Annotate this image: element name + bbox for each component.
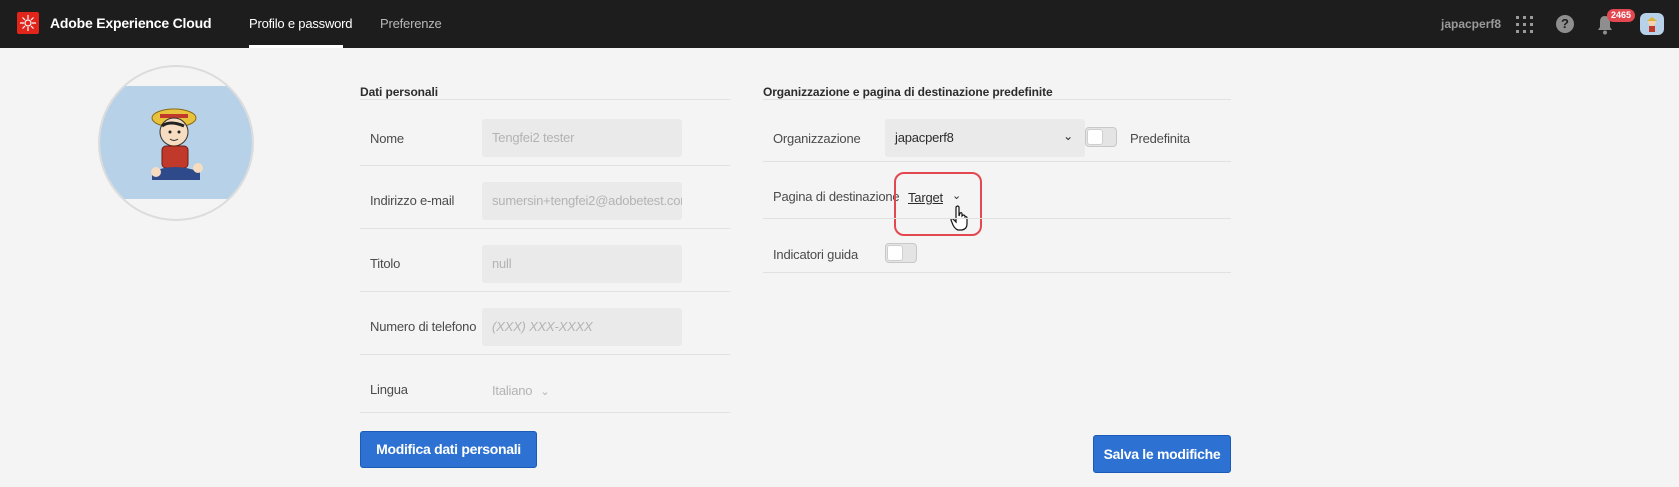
top-nav-bar: Adobe Experience Cloud Profilo e passwor…	[0, 0, 1679, 48]
divider	[360, 291, 730, 292]
tab-profile-password[interactable]: Profilo e password	[249, 16, 353, 31]
chevron-down-icon: ⌄	[540, 386, 550, 398]
email-field[interactable]: sumersin+tengfei2@adobetest.com	[482, 182, 682, 220]
phone-field[interactable]: (XXX) XXX-XXXX	[482, 308, 682, 346]
guides-label: Indicatori guida	[773, 247, 858, 262]
language-label: Lingua	[370, 382, 408, 397]
chevron-down-icon: ⌄	[1063, 129, 1073, 143]
edit-personal-data-button[interactable]: Modifica dati personali	[360, 431, 537, 468]
divider	[360, 228, 730, 229]
phone-label: Numero di telefono	[370, 319, 477, 334]
organization-select[interactable]: japacperf8 ⌄	[885, 119, 1085, 157]
default-org-toggle[interactable]	[1085, 127, 1117, 147]
divider	[763, 161, 1231, 162]
divider	[360, 412, 730, 413]
email-label: Indirizzo e-mail	[370, 193, 455, 208]
organization-value: japacperf8	[895, 130, 954, 145]
title-field[interactable]: null	[482, 245, 682, 283]
name-field[interactable]: Tengfei2 tester	[482, 119, 682, 157]
guides-toggle[interactable]	[885, 243, 917, 263]
tab-preferences[interactable]: Preferenze	[380, 16, 442, 31]
default-label: Predefinita	[1130, 131, 1190, 146]
profile-picture[interactable]	[98, 65, 254, 221]
app-title[interactable]: Adobe Experience Cloud	[50, 15, 211, 31]
divider	[763, 272, 1231, 273]
apps-grid-icon[interactable]	[1516, 16, 1533, 33]
language-value: Italiano	[492, 383, 533, 398]
title-label: Titolo	[370, 256, 401, 271]
personal-data-title: Dati personali	[360, 85, 438, 99]
toggle-knob	[887, 245, 903, 261]
name-label: Nome	[370, 131, 404, 146]
organization-title: Organizzazione e pagina di destinazione …	[763, 85, 1053, 99]
character-illustration	[151, 108, 203, 180]
landing-page-label: Pagina di destinazione	[773, 189, 900, 204]
divider	[360, 165, 730, 166]
toggle-knob	[1087, 129, 1103, 145]
divider	[360, 99, 730, 100]
divider	[360, 354, 730, 355]
divider	[763, 99, 1231, 100]
active-tab-indicator	[249, 45, 343, 48]
divider	[763, 218, 1231, 219]
save-changes-button[interactable]: Salva le modifiche	[1093, 435, 1231, 473]
organization-label: Organizzazione	[773, 131, 861, 146]
adobe-logo-icon[interactable]	[17, 12, 39, 34]
username-label[interactable]: japacperf8	[1441, 17, 1501, 31]
help-icon[interactable]: ?	[1556, 15, 1574, 33]
avatar[interactable]	[1640, 13, 1664, 35]
notification-badge: 2465	[1607, 9, 1636, 22]
language-select[interactable]: Italiano ⌄	[492, 383, 550, 398]
